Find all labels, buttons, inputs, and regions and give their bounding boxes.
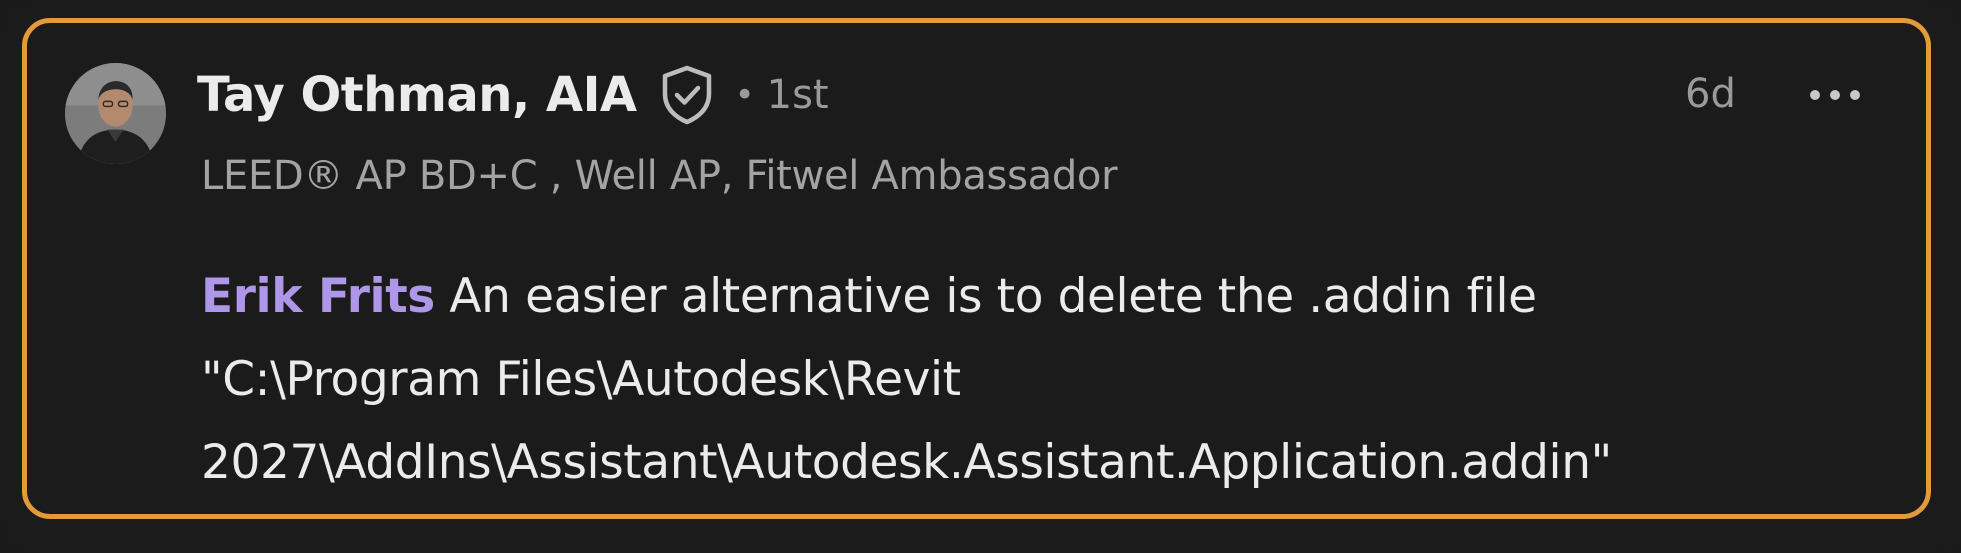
author-headline: LEED® AP BD+C , Well AP, Fitwel Ambassad… (201, 153, 1118, 199)
more-options-icon[interactable] (1795, 71, 1875, 119)
comment-line-1: Erik Frits An easier alternative is to d… (201, 255, 1901, 338)
avatar[interactable] (65, 63, 166, 164)
comment-line-2: "C:\Program Files\Autodesk\Revit (201, 352, 961, 407)
connection-separator: • (734, 75, 755, 115)
author-name[interactable]: Tay Othman, AIA (197, 67, 637, 123)
comment-text-segment: An easier alternative is to delete the .… (449, 269, 1537, 324)
author-row: Tay Othman, AIA • 1st (197, 60, 829, 130)
comment-text: Erik Frits An easier alternative is to d… (201, 255, 1901, 504)
verified-shield-icon (659, 64, 715, 126)
comment-timestamp: 6d (1685, 71, 1736, 117)
comment-card: Tay Othman, AIA • 1st 6d LEED® AP BD+C ,… (22, 18, 1931, 519)
comment-line-3: 2027\AddIns\Assistant\Autodesk.Assistant… (201, 435, 1612, 490)
comment-screenshot-frame: Tay Othman, AIA • 1st 6d LEED® AP BD+C ,… (0, 0, 1961, 553)
mention-link[interactable]: Erik Frits (201, 269, 435, 324)
connection-degree: 1st (766, 72, 829, 118)
